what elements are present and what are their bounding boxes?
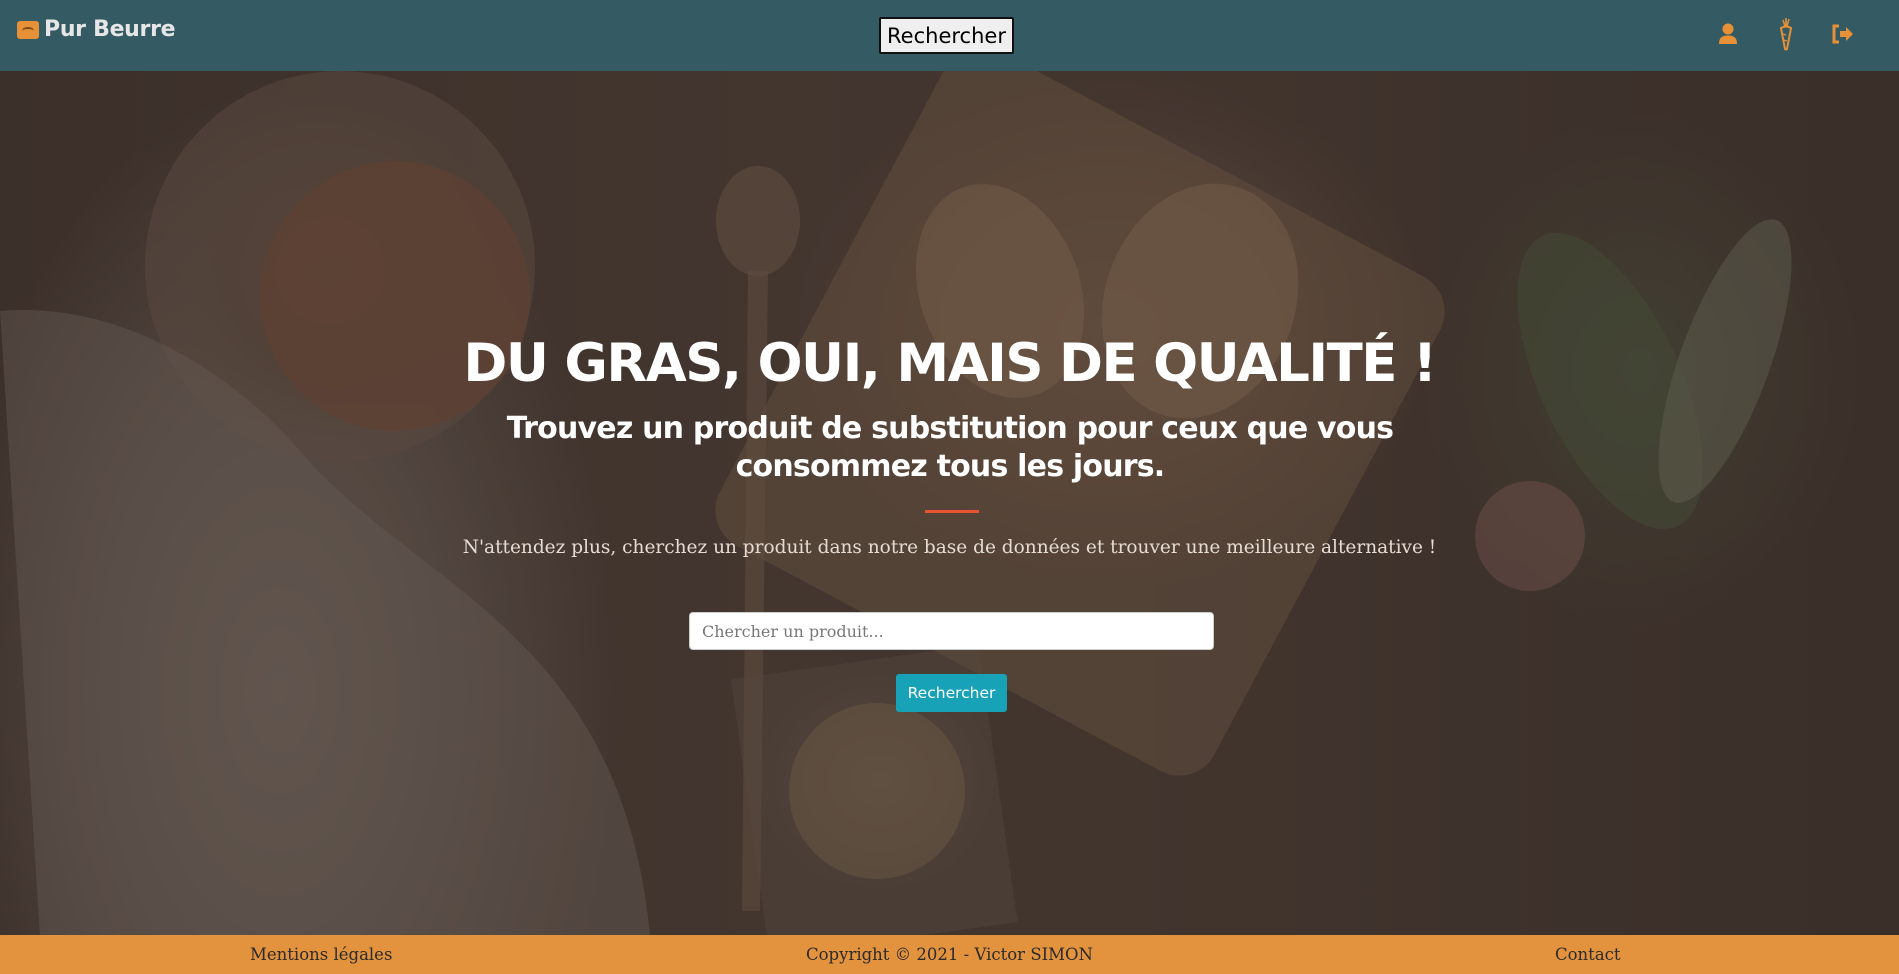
brand-link[interactable]: Pur Beurre xyxy=(17,17,176,42)
navbar: Pur Beurre Rechercher xyxy=(0,0,1899,71)
sign-out-icon xyxy=(1832,24,1853,44)
account-link[interactable] xyxy=(1712,16,1744,52)
hero-lead-text: N'attendez plus, cherchez un produit dan… xyxy=(462,537,1437,558)
logout-link[interactable] xyxy=(1827,16,1859,52)
pur-beurre-logo-icon xyxy=(17,20,39,39)
hero-subtitle: Trouvez un produit de substitution pour … xyxy=(506,411,1394,484)
product-search-input[interactable] xyxy=(689,612,1214,650)
user-icon xyxy=(1719,23,1737,44)
hero-content: DU GRAS, OUI, MAIS DE QUALITÉ ! Trouvez … xyxy=(0,71,1899,935)
saved-products-link[interactable] xyxy=(1770,16,1802,52)
hero-title: DU GRAS, OUI, MAIS DE QUALITÉ ! xyxy=(463,333,1437,394)
navbar-search-button[interactable]: Rechercher xyxy=(879,17,1014,54)
hero-search-button[interactable]: Rechercher xyxy=(896,674,1007,712)
hero-section: DU GRAS, OUI, MAIS DE QUALITÉ ! Trouvez … xyxy=(0,71,1899,935)
footer: Mentions légales Copyright © 2021 - Vict… xyxy=(0,935,1899,974)
hero-divider xyxy=(925,510,979,513)
brand-name: Pur Beurre xyxy=(44,17,176,42)
contact-link[interactable]: Contact xyxy=(1555,945,1621,964)
carrot-icon xyxy=(1779,18,1793,51)
